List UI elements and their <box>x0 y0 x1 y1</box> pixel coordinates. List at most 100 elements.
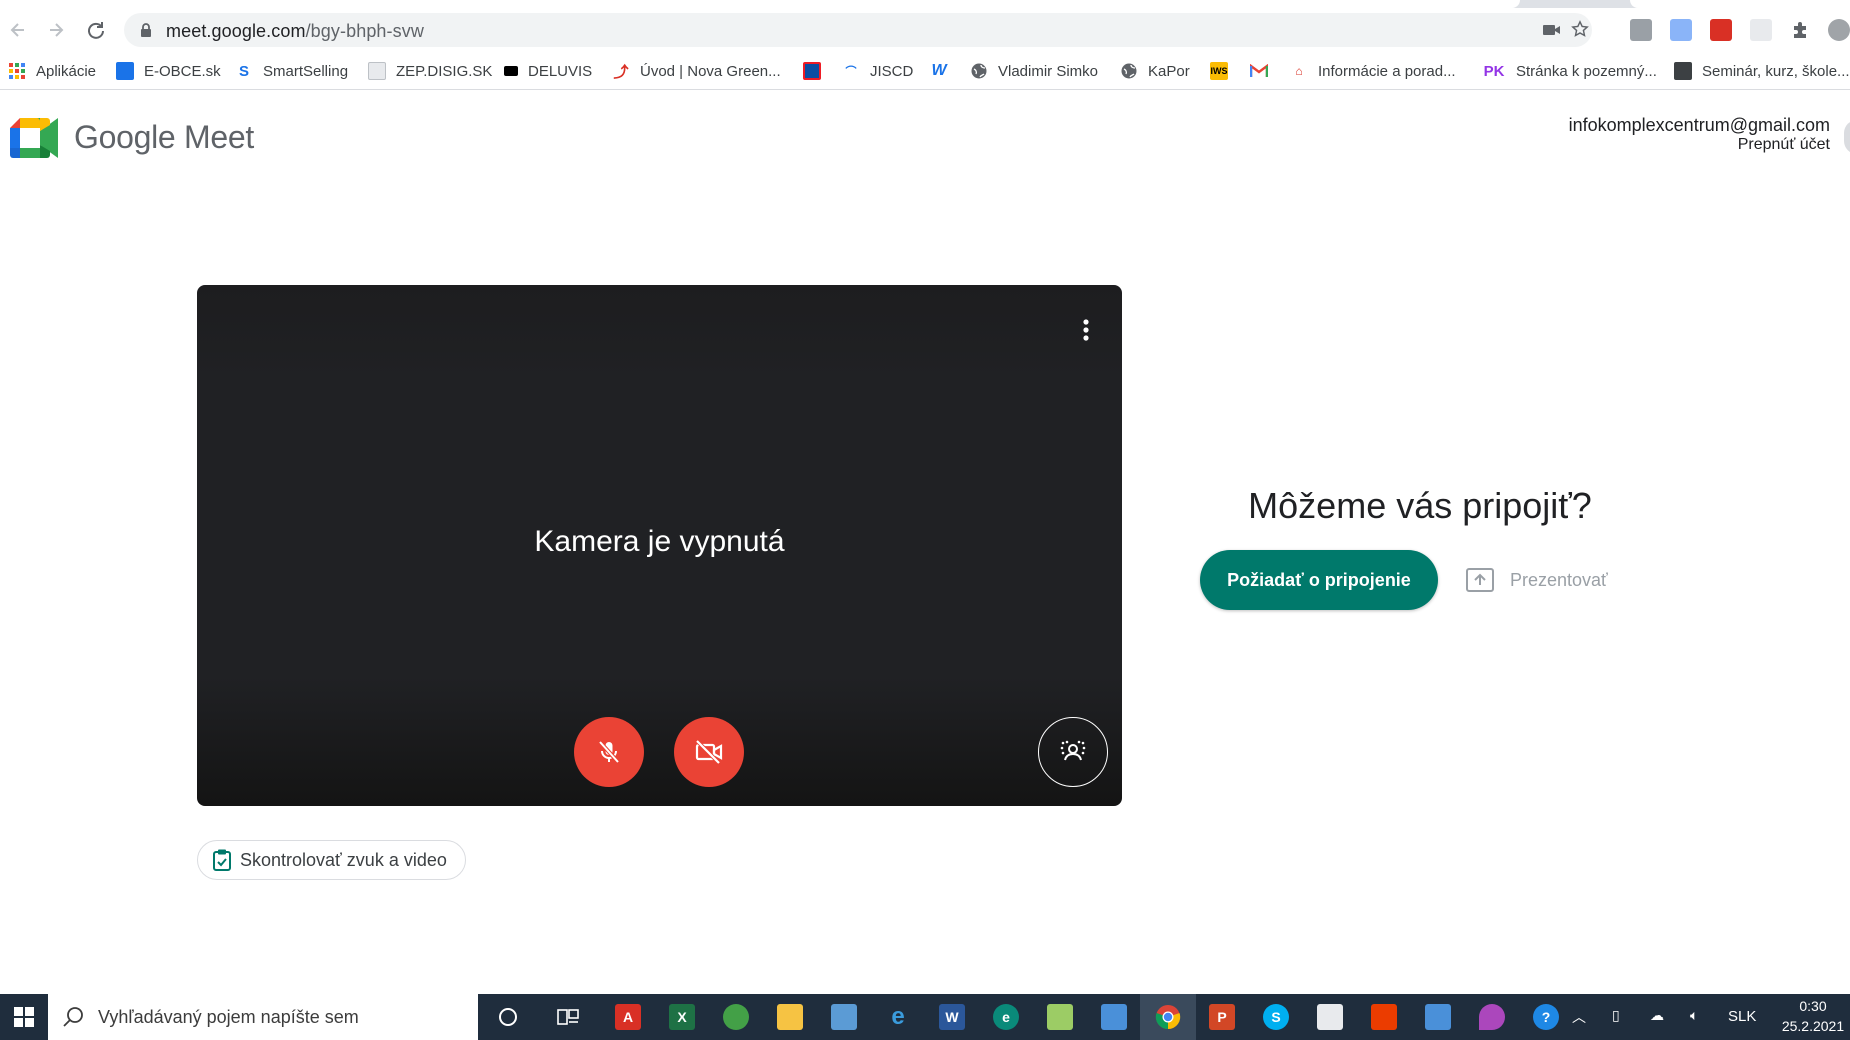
google-meet-logo-icon[interactable] <box>10 118 58 158</box>
mic-off-icon <box>598 740 620 764</box>
seminar-icon <box>1674 62 1692 80</box>
green-disc-icon <box>723 1004 749 1030</box>
bookmark-smartselling[interactable]: S SmartSelling <box>235 59 348 83</box>
taskbar-blue-app[interactable] <box>1098 1001 1130 1033</box>
bookmark-kapor[interactable]: KaPor <box>1120 59 1190 83</box>
taskbar-drop-app[interactable] <box>1476 1001 1508 1033</box>
ask-to-join-button[interactable]: Požiadať o pripojenie <box>1200 550 1438 610</box>
videocam-off-icon <box>695 739 723 765</box>
taskbar-skype[interactable]: S <box>1260 1001 1292 1033</box>
tray-volume-icon[interactable]: 🔈︎ <box>1690 1007 1698 1024</box>
bookmark-deluvis[interactable]: DELUVIS <box>504 59 592 83</box>
taskbar-internet-explorer[interactable]: e <box>882 1001 914 1033</box>
bookmark-slovak-crest[interactable] <box>803 59 831 83</box>
excel-icon: X <box>669 1004 695 1030</box>
account-avatar[interactable] <box>1844 120 1850 154</box>
taskbar-chrome[interactable] <box>1152 1001 1184 1033</box>
search-icon <box>63 1007 83 1027</box>
bookmark-apps[interactable]: Aplikácie <box>8 59 96 83</box>
bookmark-w-logo[interactable]: W <box>930 59 958 83</box>
extensions-puzzle-icon[interactable] <box>1790 19 1812 41</box>
tray-device-icon[interactable]: ▯ <box>1612 1007 1620 1024</box>
word-icon: W <box>939 1004 965 1030</box>
browser-toolbar: meet.google.com/bgy-bhph-svw <box>0 8 1850 52</box>
taskbar-acrobat[interactable]: A <box>612 1001 644 1033</box>
bookmark-jiscd[interactable]: ⌒ JISCD <box>842 59 914 83</box>
bookmark-label: Aplikácie <box>36 62 97 80</box>
camera-in-use-icon[interactable] <box>1542 21 1562 39</box>
smartselling-icon: S <box>238 62 249 80</box>
eobce-icon <box>116 62 134 80</box>
present-button[interactable]: Prezentovať <box>1466 564 1608 596</box>
chrome-icon <box>1155 1005 1181 1030</box>
cortana-circle-icon <box>499 1008 517 1026</box>
background-tab[interactable] <box>1630 0 1850 8</box>
bookmark-label: JISCD <box>870 62 914 80</box>
taskbar-network-app[interactable] <box>828 1001 860 1033</box>
taskbar-excel[interactable]: X <box>666 1001 698 1033</box>
bookmark-novagreen[interactable]: ⤴ Úvod | Nova Green... <box>612 59 780 83</box>
office-icon <box>1371 1004 1397 1030</box>
taskbar-edge[interactable]: e <box>990 1001 1022 1033</box>
taskbar-word[interactable]: W <box>936 1001 968 1033</box>
bookmark-iws[interactable]: IWS <box>1210 59 1238 83</box>
blue-app-icon <box>1425 1004 1451 1030</box>
taskbar-store[interactable] <box>1314 1001 1346 1033</box>
taskbar-file-explorer[interactable] <box>774 1001 806 1033</box>
tab-strip <box>0 0 1850 8</box>
bookmark-label: ZEP.DISIG.SK <box>396 62 493 80</box>
globe-icon <box>1120 62 1138 80</box>
address-bar[interactable]: meet.google.com/bgy-bhph-svw <box>124 13 1592 47</box>
profile-avatar-icon[interactable] <box>1828 19 1850 41</box>
bookmark-gmail[interactable] <box>1250 59 1278 83</box>
bookmark-eobce[interactable]: E-OBCE.sk <box>116 59 221 83</box>
start-button[interactable] <box>0 994 48 1040</box>
grey-extension-icon[interactable] <box>1750 19 1772 41</box>
bookmark-label: KaPor <box>1148 62 1190 80</box>
bookmark-stranka-pozemny[interactable]: PK Stránka k pozemný... <box>1482 59 1657 83</box>
bookmark-zepdisig[interactable]: ZEP.DISIG.SK <box>368 59 492 83</box>
edge-icon: e <box>993 1004 1019 1030</box>
taskbar-paint[interactable] <box>1044 1001 1076 1033</box>
clock-time: 0:30 <box>1799 998 1827 1014</box>
taskbar-blue-app-2[interactable] <box>1422 1001 1454 1033</box>
more-vert-icon <box>1083 319 1089 341</box>
forward-button[interactable] <box>44 18 68 42</box>
red-extension-icon[interactable] <box>1710 19 1732 41</box>
skype-icon: S <box>1263 1004 1289 1030</box>
tray-clock[interactable]: 0:30 25.2.2021 <box>1780 996 1846 1036</box>
windows-logo-icon <box>14 1007 34 1027</box>
bookmark-vladimir-simko[interactable]: Vladimir Simko <box>970 59 1098 83</box>
microphone-toggle-button[interactable] <box>574 717 644 787</box>
taskbar-powerpoint[interactable]: P <box>1206 1001 1238 1033</box>
computer-icon <box>831 1004 857 1030</box>
more-options-button[interactable] <box>1076 315 1096 345</box>
tray-onedrive-cloud-icon[interactable]: ☁ <box>1650 1007 1664 1024</box>
taskbar-office[interactable] <box>1368 1001 1400 1033</box>
reload-button[interactable] <box>84 18 108 42</box>
bookmark-seminar[interactable]: Seminár, kurz, škole... <box>1674 59 1850 83</box>
active-tab[interactable] <box>0 0 1520 8</box>
background-effects-button[interactable] <box>1038 717 1108 787</box>
taskbar-green-app[interactable] <box>720 1001 752 1033</box>
pdf-extension-icon[interactable] <box>1630 19 1652 41</box>
task-view-button[interactable] <box>552 1001 584 1033</box>
taskbar-help[interactable]: ? <box>1530 1001 1562 1033</box>
tray-language[interactable]: SLK <box>1728 1008 1756 1025</box>
bookmark-informacie[interactable]: ⌂ Informácie a porad... <box>1290 59 1455 83</box>
taskbar-search-box[interactable]: Vyhľadávaný pojem napíšte sem <box>48 994 478 1040</box>
check-audio-video-button[interactable]: Skontrolovať zvuk a video <box>197 840 466 880</box>
back-button[interactable] <box>6 18 30 42</box>
code-extension-icon[interactable] <box>1670 19 1692 41</box>
cortana-button[interactable] <box>492 1001 524 1033</box>
deluvis-icon <box>504 66 518 76</box>
bookmark-label: E-OBCE.sk <box>144 62 221 80</box>
camera-toggle-button[interactable] <box>674 717 744 787</box>
bookmark-star-icon[interactable] <box>1570 20 1590 38</box>
bookmark-label: DELUVIS <box>528 62 593 80</box>
visual-effects-icon <box>1060 740 1086 761</box>
switch-account-link[interactable]: Prepnúť účet <box>1738 136 1830 154</box>
iws-icon: IWS <box>1210 62 1228 80</box>
tray-overflow-chevron-icon[interactable]: ︿ <box>1572 1007 1586 1027</box>
info-icon: ⌂ <box>1295 64 1303 78</box>
